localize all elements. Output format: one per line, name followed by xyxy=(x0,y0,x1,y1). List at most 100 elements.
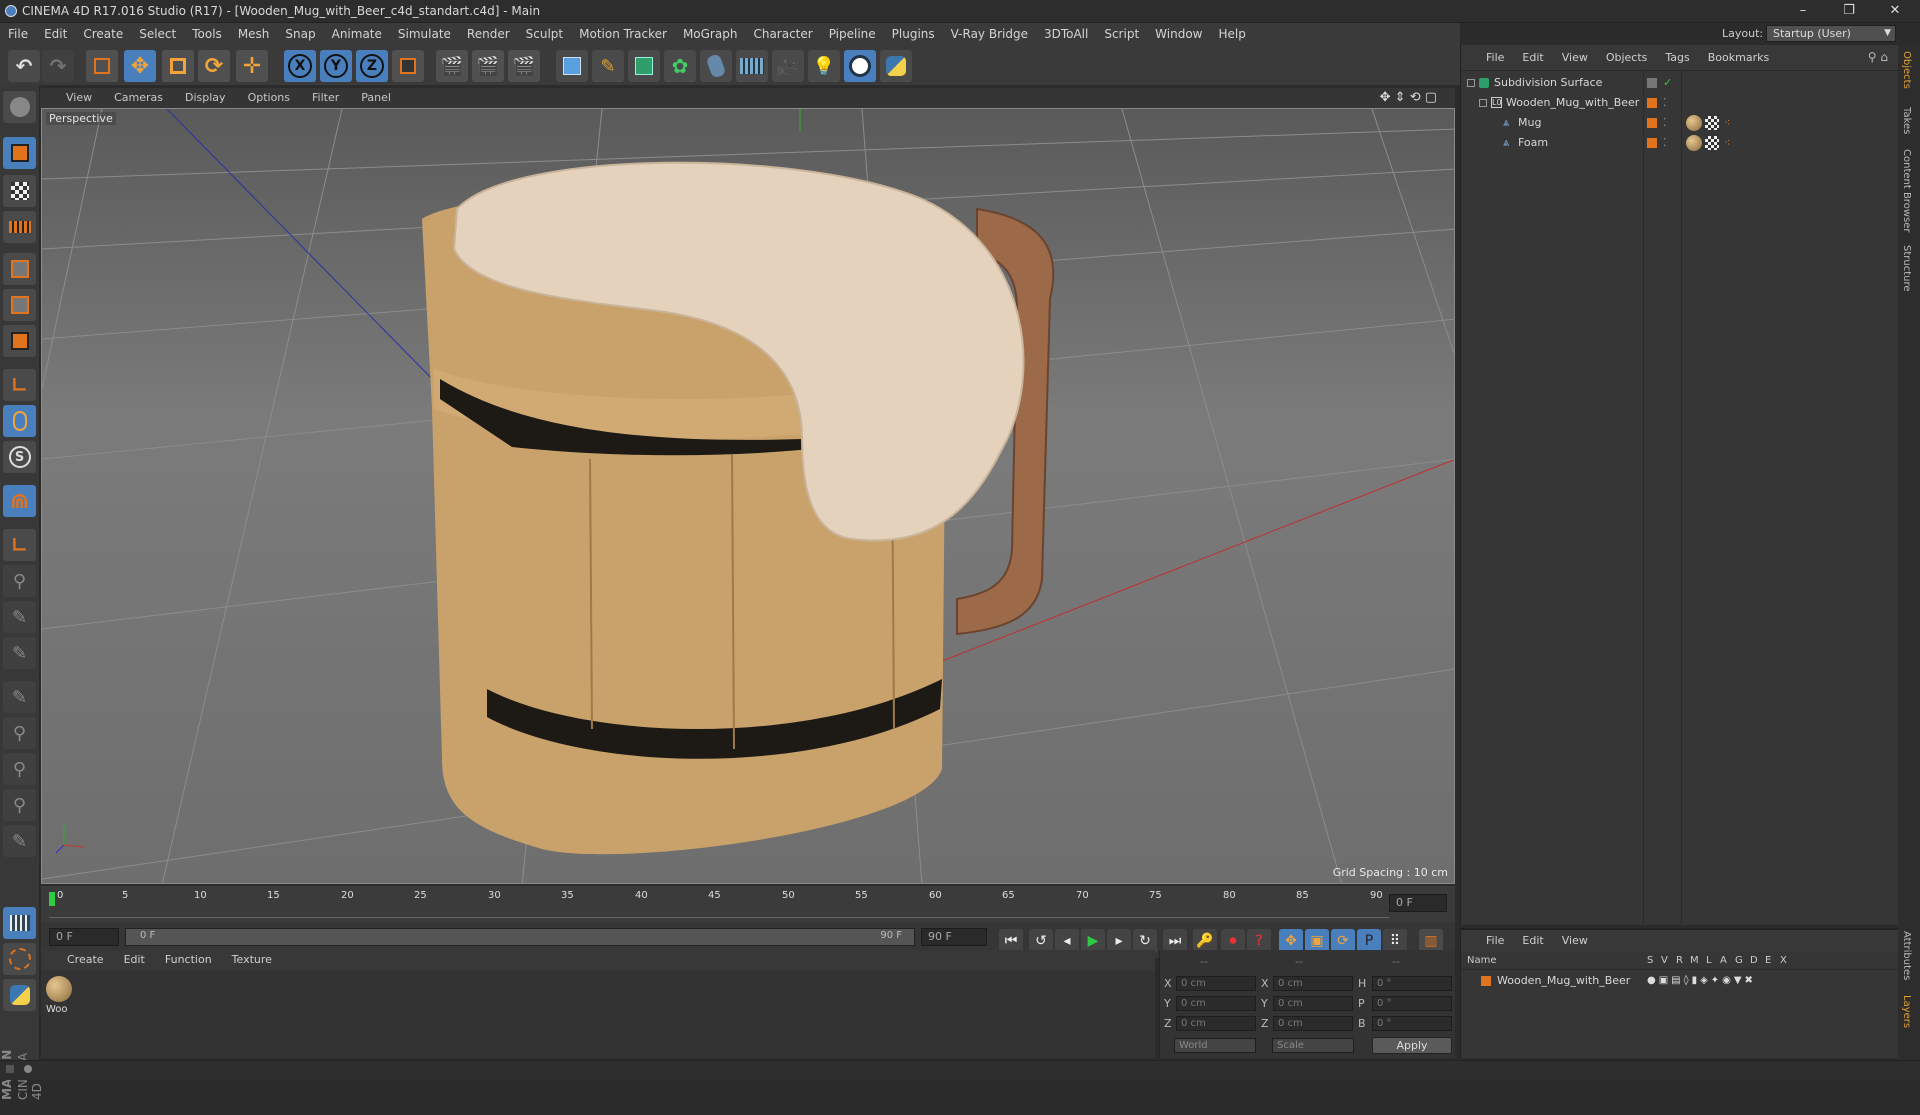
move-tool-button[interactable]: ✥ xyxy=(124,50,156,82)
add-floor-button[interactable] xyxy=(736,50,768,82)
object-row-mug[interactable]: ⩓ Mug ⁚ ⁖ xyxy=(1461,113,1898,133)
menu-3dtoall[interactable]: 3DToAll xyxy=(1036,23,1096,45)
menu-motion-tracker[interactable]: Motion Tracker xyxy=(571,23,675,45)
script-button[interactable] xyxy=(844,50,876,82)
menu-script[interactable]: Script xyxy=(1096,23,1147,45)
object-row-foam[interactable]: ⩓ Foam ⁚ ⁖ xyxy=(1461,133,1898,153)
menu-select[interactable]: Select xyxy=(131,23,184,45)
object-row-wooden-mug[interactable]: L0 Wooden_Mug_with_Beer ⁚ xyxy=(1461,93,1898,113)
size-z-field[interactable]: 0 cm xyxy=(1273,1016,1353,1031)
3d-viewport[interactable]: Perspective Grid Spacing : 10 cm xyxy=(41,108,1455,884)
frame-range-slider[interactable]: 0 F 90 F xyxy=(125,928,915,946)
coordinate-space-select[interactable]: World xyxy=(1174,1038,1256,1053)
vp-menu-view[interactable]: View xyxy=(40,88,103,108)
vp-menu-options[interactable]: Options xyxy=(237,88,301,108)
z-axis-button[interactable]: Z xyxy=(356,50,388,82)
viewport-camera-label[interactable]: Perspective xyxy=(46,112,116,125)
col-manager[interactable]: M xyxy=(1690,955,1699,966)
end-frame-field[interactable]: 90 F xyxy=(921,928,987,946)
tweak-mode-button[interactable] xyxy=(3,405,36,437)
magnet-button[interactable]: ⋒ xyxy=(3,485,36,517)
menu-help[interactable]: Help xyxy=(1210,23,1253,45)
model-mode-button[interactable] xyxy=(3,137,36,169)
tab-attributes[interactable]: Attributes xyxy=(1901,931,1912,980)
axis-mode-button[interactable]: ∟ xyxy=(3,369,36,401)
apply-button[interactable]: Apply xyxy=(1372,1037,1452,1054)
x-axis-button[interactable]: X xyxy=(284,50,316,82)
paint-button[interactable]: ✎ xyxy=(3,681,36,713)
timeline-ruler[interactable]: 0 5 10 15 20 25 30 35 40 45 50 55 60 65 … xyxy=(41,886,1455,922)
col-animation[interactable]: A xyxy=(1720,955,1727,966)
menu-window[interactable]: Window xyxy=(1147,23,1210,45)
rot-h-field[interactable]: 0 ° xyxy=(1372,976,1452,991)
phong-tag-icon[interactable]: ⁖ xyxy=(1724,133,1730,153)
tab-objects[interactable]: Objects xyxy=(1901,51,1912,89)
tab-layers[interactable]: Layers xyxy=(1901,995,1912,1028)
add-camera-button[interactable]: 🎥 xyxy=(772,50,804,82)
object-row-subdivision[interactable]: Subdivision Surface ✓ xyxy=(1461,73,1898,93)
render-settings-button[interactable]: 🎬 xyxy=(508,50,540,82)
layer-row[interactable]: Wooden_Mug_with_Beer ●▣▤◊▮◈✦◉▼✖ xyxy=(1461,972,1898,990)
om-menu-edit[interactable]: Edit xyxy=(1513,45,1552,71)
mat-menu-function[interactable]: Function xyxy=(155,950,222,970)
weight-button[interactable]: ✎ xyxy=(3,825,36,857)
visible-check-icon[interactable]: ✓ xyxy=(1663,73,1672,93)
menu-simulate[interactable]: Simulate xyxy=(390,23,459,45)
menu-pipeline[interactable]: Pipeline xyxy=(821,23,884,45)
col-expressions[interactable]: E xyxy=(1765,955,1771,966)
lm-menu-view[interactable]: View xyxy=(1553,930,1597,952)
vp-menu-panel[interactable]: Panel xyxy=(350,88,402,108)
menu-file[interactable]: File xyxy=(0,23,36,45)
lm-menu-file[interactable]: File xyxy=(1477,930,1513,952)
lm-menu-edit[interactable]: Edit xyxy=(1513,930,1552,952)
phong-tag-icon[interactable]: ⁖ xyxy=(1724,113,1730,133)
visibility-dots-icon[interactable]: ⁚ xyxy=(1663,133,1667,153)
om-menu-view[interactable]: View xyxy=(1553,45,1597,71)
pose-button[interactable]: ⚲ xyxy=(3,789,36,821)
layer-flags-icons[interactable]: ●▣▤◊▮◈✦◉▼✖ xyxy=(1647,972,1756,990)
size-mode-select[interactable]: Scale xyxy=(1272,1038,1354,1053)
make-editable-button[interactable] xyxy=(3,91,36,123)
layout-select[interactable]: Startup (User) ▼ xyxy=(1766,25,1896,42)
vp-menu-cameras[interactable]: Cameras xyxy=(103,88,174,108)
y-axis-button[interactable]: Y xyxy=(320,50,352,82)
col-solo[interactable]: S xyxy=(1647,955,1653,966)
col-view[interactable]: V xyxy=(1661,955,1668,966)
visibility-dots-icon[interactable]: ⁚ xyxy=(1663,93,1667,113)
workplane-mode-button[interactable] xyxy=(3,211,36,243)
current-frame-field[interactable]: 0 F xyxy=(1389,894,1447,912)
tab-content-browser[interactable]: Content Browser xyxy=(1901,149,1912,232)
col-xref[interactable]: X xyxy=(1780,955,1787,966)
menu-snap[interactable]: Snap xyxy=(277,23,323,45)
pos-x-field[interactable]: 0 cm xyxy=(1176,976,1256,991)
knife-button[interactable]: ⚲ xyxy=(3,717,36,749)
wooden-mug-model[interactable] xyxy=(422,161,1055,855)
snap-button[interactable]: S xyxy=(3,441,36,473)
tab-structure[interactable]: Structure xyxy=(1901,245,1912,292)
sculpt-button[interactable]: ⚲ xyxy=(3,753,36,785)
dynamics-button[interactable] xyxy=(3,943,36,975)
start-frame-field[interactable]: 0 F xyxy=(49,928,119,946)
undo-button[interactable]: ↶ xyxy=(8,50,40,82)
coordinate-system-button[interactable] xyxy=(392,50,424,82)
grid-lock-button[interactable] xyxy=(3,907,36,939)
col-render[interactable]: R xyxy=(1676,955,1683,966)
minimize-button[interactable]: – xyxy=(1780,0,1826,23)
vp-menu-filter[interactable]: Filter xyxy=(301,88,350,108)
add-mograph-button[interactable]: ✿ xyxy=(664,50,696,82)
mat-menu-texture[interactable]: Texture xyxy=(222,950,282,970)
menu-mograph[interactable]: MoGraph xyxy=(675,23,746,45)
col-locked[interactable]: L xyxy=(1706,955,1712,966)
menu-render[interactable]: Render xyxy=(459,23,518,45)
redo-button[interactable]: ↷ xyxy=(42,50,74,82)
size-y-field[interactable]: 0 cm xyxy=(1273,996,1353,1011)
mat-menu-create[interactable]: Create xyxy=(57,950,114,970)
menu-plugins[interactable]: Plugins xyxy=(884,23,943,45)
close-button[interactable]: ✕ xyxy=(1872,0,1918,23)
polygons-mode-button[interactable] xyxy=(3,325,36,357)
menu-sculpt[interactable]: Sculpt xyxy=(518,23,571,45)
restore-button[interactable]: ❐ xyxy=(1826,0,1872,23)
material-tag-icon[interactable] xyxy=(1686,115,1702,131)
live-selection-button[interactable] xyxy=(86,50,118,82)
tab-takes[interactable]: Takes xyxy=(1901,107,1912,134)
